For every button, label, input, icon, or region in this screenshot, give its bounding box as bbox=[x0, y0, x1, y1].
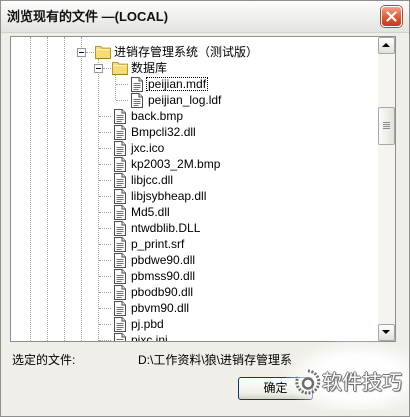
tree-line bbox=[99, 164, 111, 165]
file-icon bbox=[114, 205, 126, 220]
tree-item-label[interactable]: libjsybheap.dll bbox=[131, 188, 206, 204]
tree-item-label[interactable]: pbvm90.dll bbox=[131, 300, 189, 316]
browse-files-dialog: 浏览现有的文件 —(LOCAL) 进销存管理系统（测试版） 数据库 peijian.… bbox=[0, 0, 410, 417]
tree-item-label[interactable]: back.bmp bbox=[131, 108, 183, 124]
tree-content: 进销存管理系统（测试版） 数据库 peijian.mdf peijian_log.ld… bbox=[11, 37, 378, 341]
tree-line bbox=[99, 276, 111, 277]
tree-item[interactable]: pbmss90.dll bbox=[11, 268, 378, 284]
tree-item-label[interactable]: pbodb90.dll bbox=[131, 284, 193, 300]
tree-item[interactable]: peijian.mdf bbox=[11, 76, 378, 92]
tree-item[interactable]: pbdwe90.dll bbox=[11, 252, 378, 268]
folder-icon bbox=[95, 45, 111, 59]
tree-item[interactable]: pbvm90.dll bbox=[11, 300, 378, 316]
tree-item[interactable]: back.bmp bbox=[11, 108, 378, 124]
selected-file-label: 选定的文件: bbox=[12, 353, 76, 367]
selected-file-path: D:\工作资料\狼\进销存管理系 bbox=[138, 353, 293, 367]
scrollbar-thumb[interactable] bbox=[378, 107, 395, 146]
tree-item-label[interactable]: pbdwe90.dll bbox=[131, 252, 195, 268]
tree-line bbox=[99, 340, 111, 341]
tree-item-label[interactable]: pbmss90.dll bbox=[131, 268, 195, 284]
tree-item[interactable]: Bmpcli32.dll bbox=[11, 124, 378, 140]
file-icon bbox=[114, 109, 126, 124]
tree-line bbox=[86, 52, 94, 53]
tree-item[interactable]: pj.pbd bbox=[11, 316, 378, 332]
tree-line bbox=[99, 244, 111, 245]
tree-line bbox=[99, 180, 111, 181]
file-icon bbox=[131, 93, 143, 108]
tree-item-label[interactable]: Md5.dll bbox=[131, 204, 170, 220]
file-icon bbox=[114, 253, 126, 268]
tree-item[interactable]: jxc.ico bbox=[11, 140, 378, 156]
tree-item[interactable]: libjsybheap.dll bbox=[11, 188, 378, 204]
tree-line bbox=[99, 148, 111, 149]
tree-item-label[interactable]: jxc.ico bbox=[131, 140, 164, 156]
title-bar[interactable]: 浏览现有的文件 —(LOCAL) bbox=[0, 0, 410, 33]
tree-item[interactable]: libjcc.dll bbox=[11, 172, 378, 188]
close-icon bbox=[386, 11, 397, 22]
tree-line bbox=[99, 292, 111, 293]
file-icon bbox=[114, 125, 126, 140]
tree-item[interactable]: Md5.dll bbox=[11, 204, 378, 220]
file-icon bbox=[114, 237, 126, 252]
file-icon bbox=[114, 157, 126, 172]
tree-item-label[interactable]: pjxc.ini bbox=[131, 332, 168, 341]
tree-line bbox=[99, 324, 111, 325]
grip-icon bbox=[383, 122, 390, 131]
scroll-down-button[interactable] bbox=[378, 324, 395, 341]
tree-item[interactable]: 数据库 bbox=[11, 60, 378, 76]
tree-item-label[interactable]: peijian_log.ldf bbox=[148, 92, 221, 108]
tree-item[interactable]: ntwdblib.DLL bbox=[11, 220, 378, 236]
folder-icon bbox=[112, 61, 128, 75]
close-button[interactable] bbox=[381, 6, 402, 27]
file-icon bbox=[114, 173, 126, 188]
file-icon bbox=[114, 141, 126, 156]
file-icon bbox=[114, 285, 126, 300]
arrow-up-icon bbox=[382, 43, 390, 47]
tree-line bbox=[99, 132, 111, 133]
collapse-toggle[interactable] bbox=[77, 48, 86, 57]
watermark-text: 软件技巧 bbox=[322, 372, 402, 394]
tree-line bbox=[99, 196, 111, 197]
tree-item-label[interactable]: 数据库 bbox=[131, 60, 167, 76]
tree-item[interactable]: kp2003_2M.bmp bbox=[11, 156, 378, 172]
tree-line bbox=[116, 100, 128, 101]
arrow-down-icon bbox=[382, 330, 390, 334]
tree-item[interactable]: pbodb90.dll bbox=[11, 284, 378, 300]
vertical-scrollbar[interactable] bbox=[378, 37, 395, 341]
file-icon bbox=[114, 333, 126, 341]
file-tree: 进销存管理系统（测试版） 数据库 peijian.mdf peijian_log.ld… bbox=[10, 36, 396, 342]
tree-item[interactable]: p_print.srf bbox=[11, 236, 378, 252]
file-icon bbox=[114, 317, 126, 332]
tree-line bbox=[103, 68, 111, 69]
file-icon bbox=[114, 269, 126, 284]
tree-item-label[interactable]: p_print.srf bbox=[131, 236, 184, 252]
tree-item-label[interactable]: Bmpcli32.dll bbox=[131, 124, 196, 140]
tree-item-label[interactable]: libjcc.dll bbox=[131, 172, 173, 188]
tree-item[interactable]: peijian_log.ldf bbox=[11, 92, 378, 108]
tree-line bbox=[99, 116, 111, 117]
tree-line bbox=[99, 228, 111, 229]
tree-item-label[interactable]: 进销存管理系统（测试版） bbox=[114, 44, 258, 60]
file-icon bbox=[114, 301, 126, 316]
collapse-toggle[interactable] bbox=[94, 64, 103, 73]
tree-item-label[interactable]: peijian.mdf bbox=[146, 77, 209, 91]
tree-line bbox=[99, 212, 111, 213]
window-title: 浏览现有的文件 —(LOCAL) bbox=[7, 9, 169, 24]
file-icon bbox=[131, 77, 143, 92]
tree-line bbox=[99, 308, 111, 309]
tree-item[interactable]: pjxc.ini bbox=[11, 332, 378, 341]
tree-line bbox=[99, 260, 111, 261]
file-icon bbox=[114, 221, 126, 236]
tree-item-label[interactable]: ntwdblib.DLL bbox=[131, 220, 200, 236]
tree-item-label[interactable]: kp2003_2M.bmp bbox=[131, 156, 220, 172]
file-icon bbox=[114, 189, 126, 204]
tree-item-label[interactable]: pj.pbd bbox=[131, 316, 164, 332]
tree-item[interactable]: 进销存管理系统（测试版） bbox=[11, 44, 378, 60]
tree-line bbox=[116, 84, 128, 85]
watermark-logo bbox=[295, 369, 321, 395]
scroll-up-button[interactable] bbox=[378, 37, 395, 54]
